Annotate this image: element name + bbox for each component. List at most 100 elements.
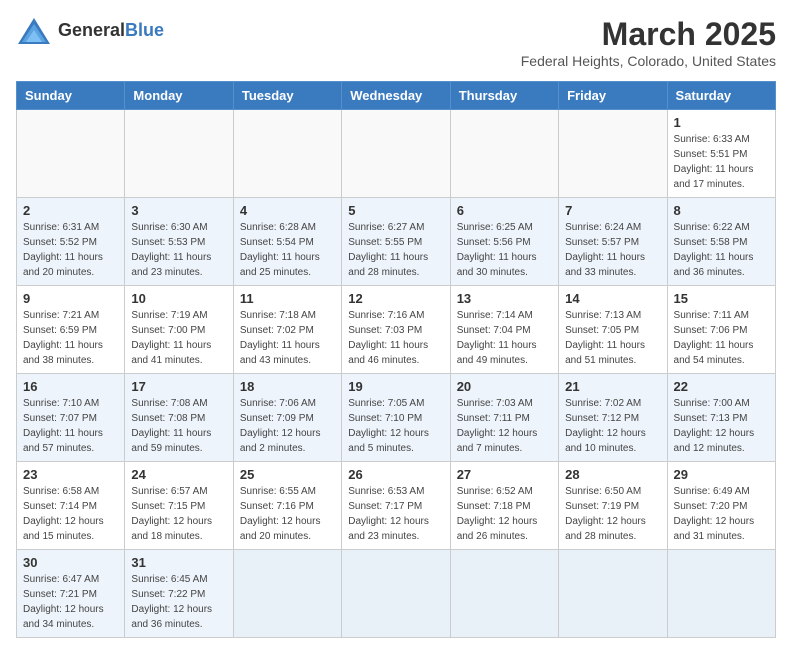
title-block: March 2025 Federal Heights, Colorado, Un… xyxy=(521,16,776,69)
calendar-day-cell: 15 Sunrise: 7:11 AM Sunset: 7:06 PM Dayli… xyxy=(667,286,775,374)
day-info: Sunrise: 6:24 AM Sunset: 5:57 PM Dayligh… xyxy=(565,220,660,280)
day-number: 11 xyxy=(240,291,335,306)
calendar-week-row: 23Sunrise: 6:58 AM Sunset: 7:14 PM Dayli… xyxy=(17,462,776,550)
day-info: Sunrise: 7:10 AM Sunset: 7:07 PM Dayligh… xyxy=(23,396,118,456)
day-info: Sunrise: 7:14 AM Sunset: 7:04 PM Dayligh… xyxy=(457,308,552,368)
day-number: 14 xyxy=(565,291,660,306)
logo-icon xyxy=(16,16,52,46)
day-info: Sunrise: 6:30 AM Sunset: 5:53 PM Dayligh… xyxy=(131,220,226,280)
day-info: Sunrise: 6:47 AM Sunset: 7:21 PM Dayligh… xyxy=(23,572,118,632)
calendar-week-row: 16 Sunrise: 7:10 AM Sunset: 7:07 PM Dayli… xyxy=(17,374,776,462)
day-number: 1 xyxy=(674,115,769,130)
day-number: 22 xyxy=(674,379,769,394)
calendar-day-cell: 5 Sunrise: 6:27 AM Sunset: 5:55 PM Daylig… xyxy=(342,198,450,286)
calendar-day-cell xyxy=(342,550,450,638)
calendar-day-cell xyxy=(559,110,667,198)
calendar-day-cell: 19 Sunrise: 7:05 AM Sunset: 7:10 PM Dayli… xyxy=(342,374,450,462)
day-info: Sunrise: 6:33 AM Sunset: 5:51 PM Dayligh… xyxy=(674,132,769,192)
day-info: Sunrise: 7:03 AM Sunset: 7:11 PM Dayligh… xyxy=(457,396,552,456)
day-info: Sunrise: 7:13 AM Sunset: 7:05 PM Dayligh… xyxy=(565,308,660,368)
weekday-header-friday: Friday xyxy=(559,82,667,110)
day-info: Sunrise: 7:05 AM Sunset: 7:10 PM Dayligh… xyxy=(348,396,443,456)
calendar-day-cell: 24Sunrise: 6:57 AM Sunset: 7:15 PM Dayli… xyxy=(125,462,233,550)
calendar-day-cell xyxy=(450,110,558,198)
day-number: 7 xyxy=(565,203,660,218)
day-info: Sunrise: 7:02 AM Sunset: 7:12 PM Dayligh… xyxy=(565,396,660,456)
day-number: 6 xyxy=(457,203,552,218)
day-info: Sunrise: 7:06 AM Sunset: 7:09 PM Dayligh… xyxy=(240,396,335,456)
logo: GeneralBlue xyxy=(16,16,164,46)
day-number: 13 xyxy=(457,291,552,306)
day-number: 30 xyxy=(23,555,118,570)
day-number: 8 xyxy=(674,203,769,218)
day-info: Sunrise: 7:08 AM Sunset: 7:08 PM Dayligh… xyxy=(131,396,226,456)
calendar-day-cell xyxy=(233,110,341,198)
calendar-week-row: 1 Sunrise: 6:33 AM Sunset: 5:51 PM Daylig… xyxy=(17,110,776,198)
calendar-day-cell xyxy=(450,550,558,638)
day-info: Sunrise: 7:00 AM Sunset: 7:13 PM Dayligh… xyxy=(674,396,769,456)
day-info: Sunrise: 6:55 AM Sunset: 7:16 PM Dayligh… xyxy=(240,484,335,544)
calendar-day-cell xyxy=(342,110,450,198)
page-header: GeneralBlue March 2025 Federal Heights, … xyxy=(16,16,776,69)
weekday-header-row: SundayMondayTuesdayWednesdayThursdayFrid… xyxy=(17,82,776,110)
calendar-day-cell: 28 Sunrise: 6:50 AM Sunset: 7:19 PM Dayli… xyxy=(559,462,667,550)
calendar-day-cell: 3Sunrise: 6:30 AM Sunset: 5:53 PM Daylig… xyxy=(125,198,233,286)
calendar-day-cell xyxy=(667,550,775,638)
day-info: Sunrise: 7:16 AM Sunset: 7:03 PM Dayligh… xyxy=(348,308,443,368)
logo-text: GeneralBlue xyxy=(58,21,164,41)
weekday-header-thursday: Thursday xyxy=(450,82,558,110)
day-number: 28 xyxy=(565,467,660,482)
calendar-day-cell: 12Sunrise: 7:16 AM Sunset: 7:03 PM Dayli… xyxy=(342,286,450,374)
day-number: 16 xyxy=(23,379,118,394)
day-info: Sunrise: 6:25 AM Sunset: 5:56 PM Dayligh… xyxy=(457,220,552,280)
calendar-day-cell xyxy=(559,550,667,638)
day-number: 26 xyxy=(348,467,443,482)
calendar-day-cell: 20Sunrise: 7:03 AM Sunset: 7:11 PM Dayli… xyxy=(450,374,558,462)
calendar-week-row: 2 Sunrise: 6:31 AM Sunset: 5:52 PM Daylig… xyxy=(17,198,776,286)
calendar-week-row: 30 Sunrise: 6:47 AM Sunset: 7:21 PM Dayli… xyxy=(17,550,776,638)
day-info: Sunrise: 6:45 AM Sunset: 7:22 PM Dayligh… xyxy=(131,572,226,632)
calendar-day-cell: 13 Sunrise: 7:14 AM Sunset: 7:04 PM Dayli… xyxy=(450,286,558,374)
calendar-day-cell: 1 Sunrise: 6:33 AM Sunset: 5:51 PM Daylig… xyxy=(667,110,775,198)
calendar-day-cell: 16 Sunrise: 7:10 AM Sunset: 7:07 PM Dayli… xyxy=(17,374,125,462)
day-number: 31 xyxy=(131,555,226,570)
calendar-day-cell: 27 Sunrise: 6:52 AM Sunset: 7:18 PM Dayli… xyxy=(450,462,558,550)
day-number: 10 xyxy=(131,291,226,306)
day-number: 15 xyxy=(674,291,769,306)
calendar-day-cell: 9Sunrise: 7:21 AM Sunset: 6:59 PM Daylig… xyxy=(17,286,125,374)
day-number: 25 xyxy=(240,467,335,482)
calendar-day-cell: 21Sunrise: 7:02 AM Sunset: 7:12 PM Dayli… xyxy=(559,374,667,462)
calendar-week-row: 9Sunrise: 7:21 AM Sunset: 6:59 PM Daylig… xyxy=(17,286,776,374)
calendar-table: SundayMondayTuesdayWednesdayThursdayFrid… xyxy=(16,81,776,638)
day-number: 27 xyxy=(457,467,552,482)
day-info: Sunrise: 6:50 AM Sunset: 7:19 PM Dayligh… xyxy=(565,484,660,544)
calendar-day-cell: 18 Sunrise: 7:06 AM Sunset: 7:09 PM Dayli… xyxy=(233,374,341,462)
location-subtitle: Federal Heights, Colorado, United States xyxy=(521,53,776,69)
day-number: 5 xyxy=(348,203,443,218)
calendar-day-cell: 29Sunrise: 6:49 AM Sunset: 7:20 PM Dayli… xyxy=(667,462,775,550)
calendar-day-cell: 25 Sunrise: 6:55 AM Sunset: 7:16 PM Dayli… xyxy=(233,462,341,550)
day-info: Sunrise: 6:52 AM Sunset: 7:18 PM Dayligh… xyxy=(457,484,552,544)
calendar-day-cell: 14 Sunrise: 7:13 AM Sunset: 7:05 PM Dayli… xyxy=(559,286,667,374)
day-number: 9 xyxy=(23,291,118,306)
calendar-day-cell: 6 Sunrise: 6:25 AM Sunset: 5:56 PM Daylig… xyxy=(450,198,558,286)
calendar-day-cell xyxy=(125,110,233,198)
day-number: 18 xyxy=(240,379,335,394)
day-number: 24 xyxy=(131,467,226,482)
weekday-header-wednesday: Wednesday xyxy=(342,82,450,110)
day-number: 2 xyxy=(23,203,118,218)
day-info: Sunrise: 7:11 AM Sunset: 7:06 PM Dayligh… xyxy=(674,308,769,368)
day-info: Sunrise: 6:22 AM Sunset: 5:58 PM Dayligh… xyxy=(674,220,769,280)
day-info: Sunrise: 6:31 AM Sunset: 5:52 PM Dayligh… xyxy=(23,220,118,280)
calendar-day-cell xyxy=(17,110,125,198)
day-info: Sunrise: 6:58 AM Sunset: 7:14 PM Dayligh… xyxy=(23,484,118,544)
day-number: 19 xyxy=(348,379,443,394)
calendar-day-cell: 31 Sunrise: 6:45 AM Sunset: 7:22 PM Dayli… xyxy=(125,550,233,638)
calendar-day-cell: 10Sunrise: 7:19 AM Sunset: 7:00 PM Dayli… xyxy=(125,286,233,374)
calendar-day-cell: 23Sunrise: 6:58 AM Sunset: 7:14 PM Dayli… xyxy=(17,462,125,550)
weekday-header-monday: Monday xyxy=(125,82,233,110)
calendar-day-cell: 4Sunrise: 6:28 AM Sunset: 5:54 PM Daylig… xyxy=(233,198,341,286)
day-info: Sunrise: 6:27 AM Sunset: 5:55 PM Dayligh… xyxy=(348,220,443,280)
month-title: March 2025 xyxy=(521,16,776,53)
day-info: Sunrise: 6:53 AM Sunset: 7:17 PM Dayligh… xyxy=(348,484,443,544)
